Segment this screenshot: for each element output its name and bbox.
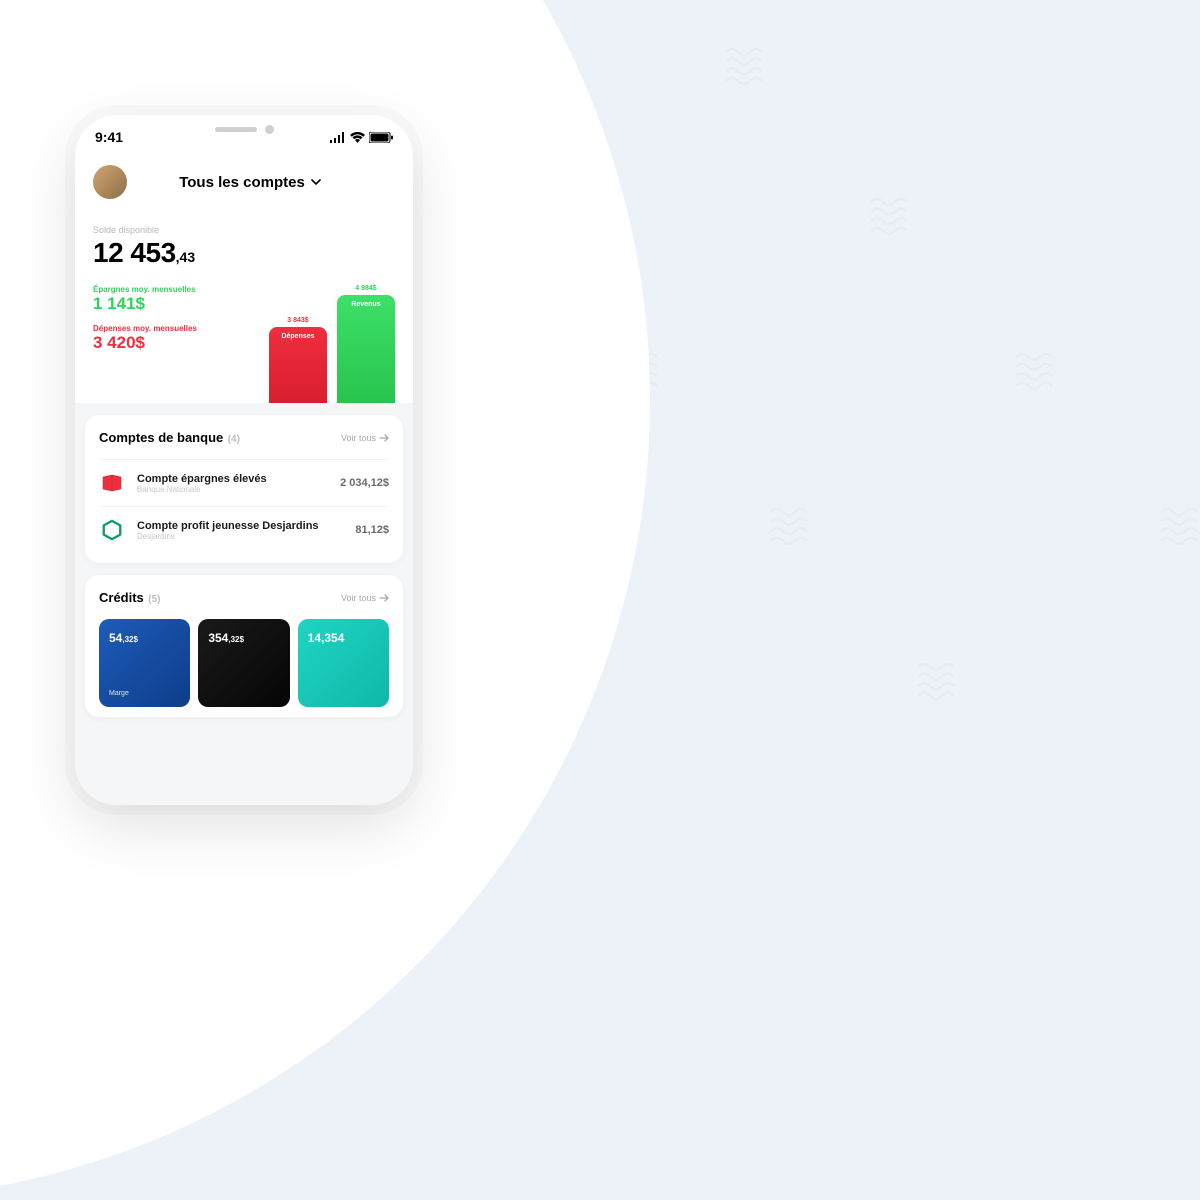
bank-icon	[99, 517, 125, 543]
arrow-right-icon	[379, 434, 389, 442]
income-bar: 4 984$ Revenus	[337, 285, 395, 403]
accounts-title: Comptes de banque	[99, 430, 223, 445]
chevron-down-icon	[311, 179, 321, 185]
credits-card: Crédits (5) Voir tous 54,32$ Marge 354,3…	[85, 575, 403, 717]
phone-mockup: 9:41 Tous les comptes Solde disponible 1…	[75, 115, 413, 805]
header-title: Tous les comptes	[179, 174, 305, 191]
phone-notch	[164, 115, 324, 143]
signal-icon	[330, 132, 346, 143]
account-row[interactable]: Compte profit jeunesse Desjardins Desjar…	[99, 506, 389, 553]
expenses-stat: Dépenses moy. mensuelles 3 420$	[93, 324, 253, 353]
status-icons	[330, 132, 393, 143]
status-bar: 9:41	[75, 115, 413, 159]
credits-title: Crédits	[99, 590, 144, 605]
balance-value: 12 453,43	[93, 237, 395, 269]
wifi-icon	[350, 132, 365, 143]
app-screen: Tous les comptes Solde disponible 12 453…	[75, 159, 413, 805]
credit-card-item[interactable]: 14,354	[298, 619, 389, 707]
account-selector[interactable]: Tous les comptes	[122, 174, 378, 191]
account-row[interactable]: Compte épargnes élevés Banque Nationale …	[99, 459, 389, 506]
bars-chart: 3 843$ Dépenses 4 984$ Revenus	[269, 285, 395, 403]
see-all-credits[interactable]: Voir tous	[341, 593, 389, 603]
stats-section: Épargnes moy. mensuelles 1 141$ Dépenses…	[75, 269, 413, 403]
app-header: Tous les comptes	[75, 159, 413, 211]
battery-icon	[369, 132, 393, 143]
expense-bar: 3 843$ Dépenses	[269, 317, 327, 403]
status-time: 9:41	[95, 129, 123, 145]
balance-label: Solde disponible	[93, 225, 395, 235]
bank-icon	[99, 470, 125, 496]
credit-card-item[interactable]: 54,32$ Marge	[99, 619, 190, 707]
savings-stat: Épargnes moy. mensuelles 1 141$	[93, 285, 253, 314]
arrow-right-icon	[379, 594, 389, 602]
accounts-card: Comptes de banque (4) Voir tous Compte é…	[85, 415, 403, 563]
balance-section: Solde disponible 12 453,43	[75, 211, 413, 269]
credit-card-item[interactable]: 354,32$	[198, 619, 289, 707]
see-all-accounts[interactable]: Voir tous	[341, 433, 389, 443]
